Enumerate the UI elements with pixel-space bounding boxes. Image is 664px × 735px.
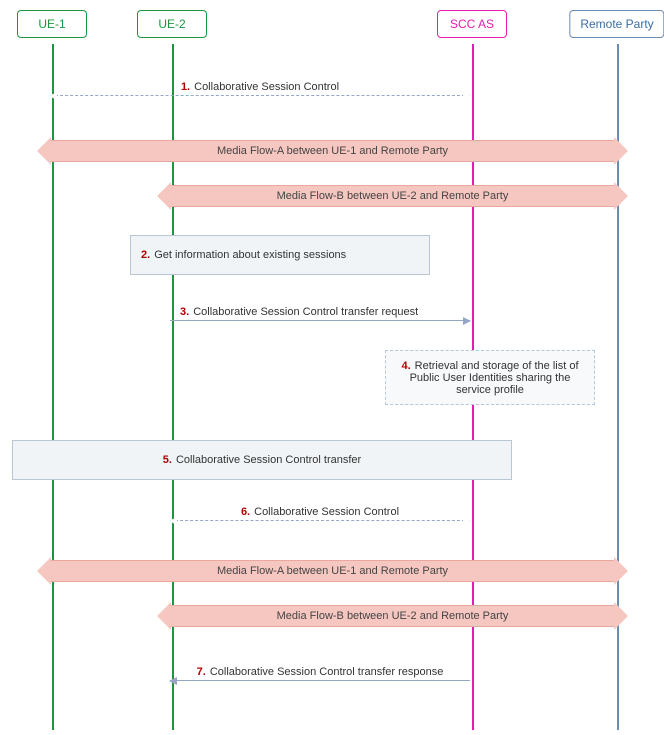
actor-ue2: UE-2 <box>137 10 207 38</box>
actor-ue1: UE-1 <box>17 10 87 38</box>
msg-step3: 3.Collaborative Session Control transfer… <box>170 320 470 321</box>
actor-remote: Remote Party <box>569 10 664 38</box>
actor-scc: SCC AS <box>437 10 507 38</box>
media-flow-a-1: Media Flow-A between UE-1 and Remote Par… <box>50 140 615 162</box>
msg-step1: 1.Collaborative Session Control <box>50 95 470 96</box>
media-flow-a-2: Media Flow-A between UE-1 and Remote Par… <box>50 560 615 582</box>
box-step5: 5. Collaborative Session Control transfe… <box>12 440 512 480</box>
msg-step6: 6.Collaborative Session Control <box>170 520 470 521</box>
media-flow-b-1: Media Flow-B between UE-2 and Remote Par… <box>170 185 615 207</box>
lifeline-ue1: UE-1 <box>50 10 54 730</box>
media-flow-b-2: Media Flow-B between UE-2 and Remote Par… <box>170 605 615 627</box>
msg-step7: 7.Collaborative Session Control transfer… <box>170 680 470 681</box>
box-step4: 4.Retrieval and storage of the list of P… <box>385 350 595 405</box>
box-step2: 2. Get information about existing sessio… <box>130 235 430 275</box>
